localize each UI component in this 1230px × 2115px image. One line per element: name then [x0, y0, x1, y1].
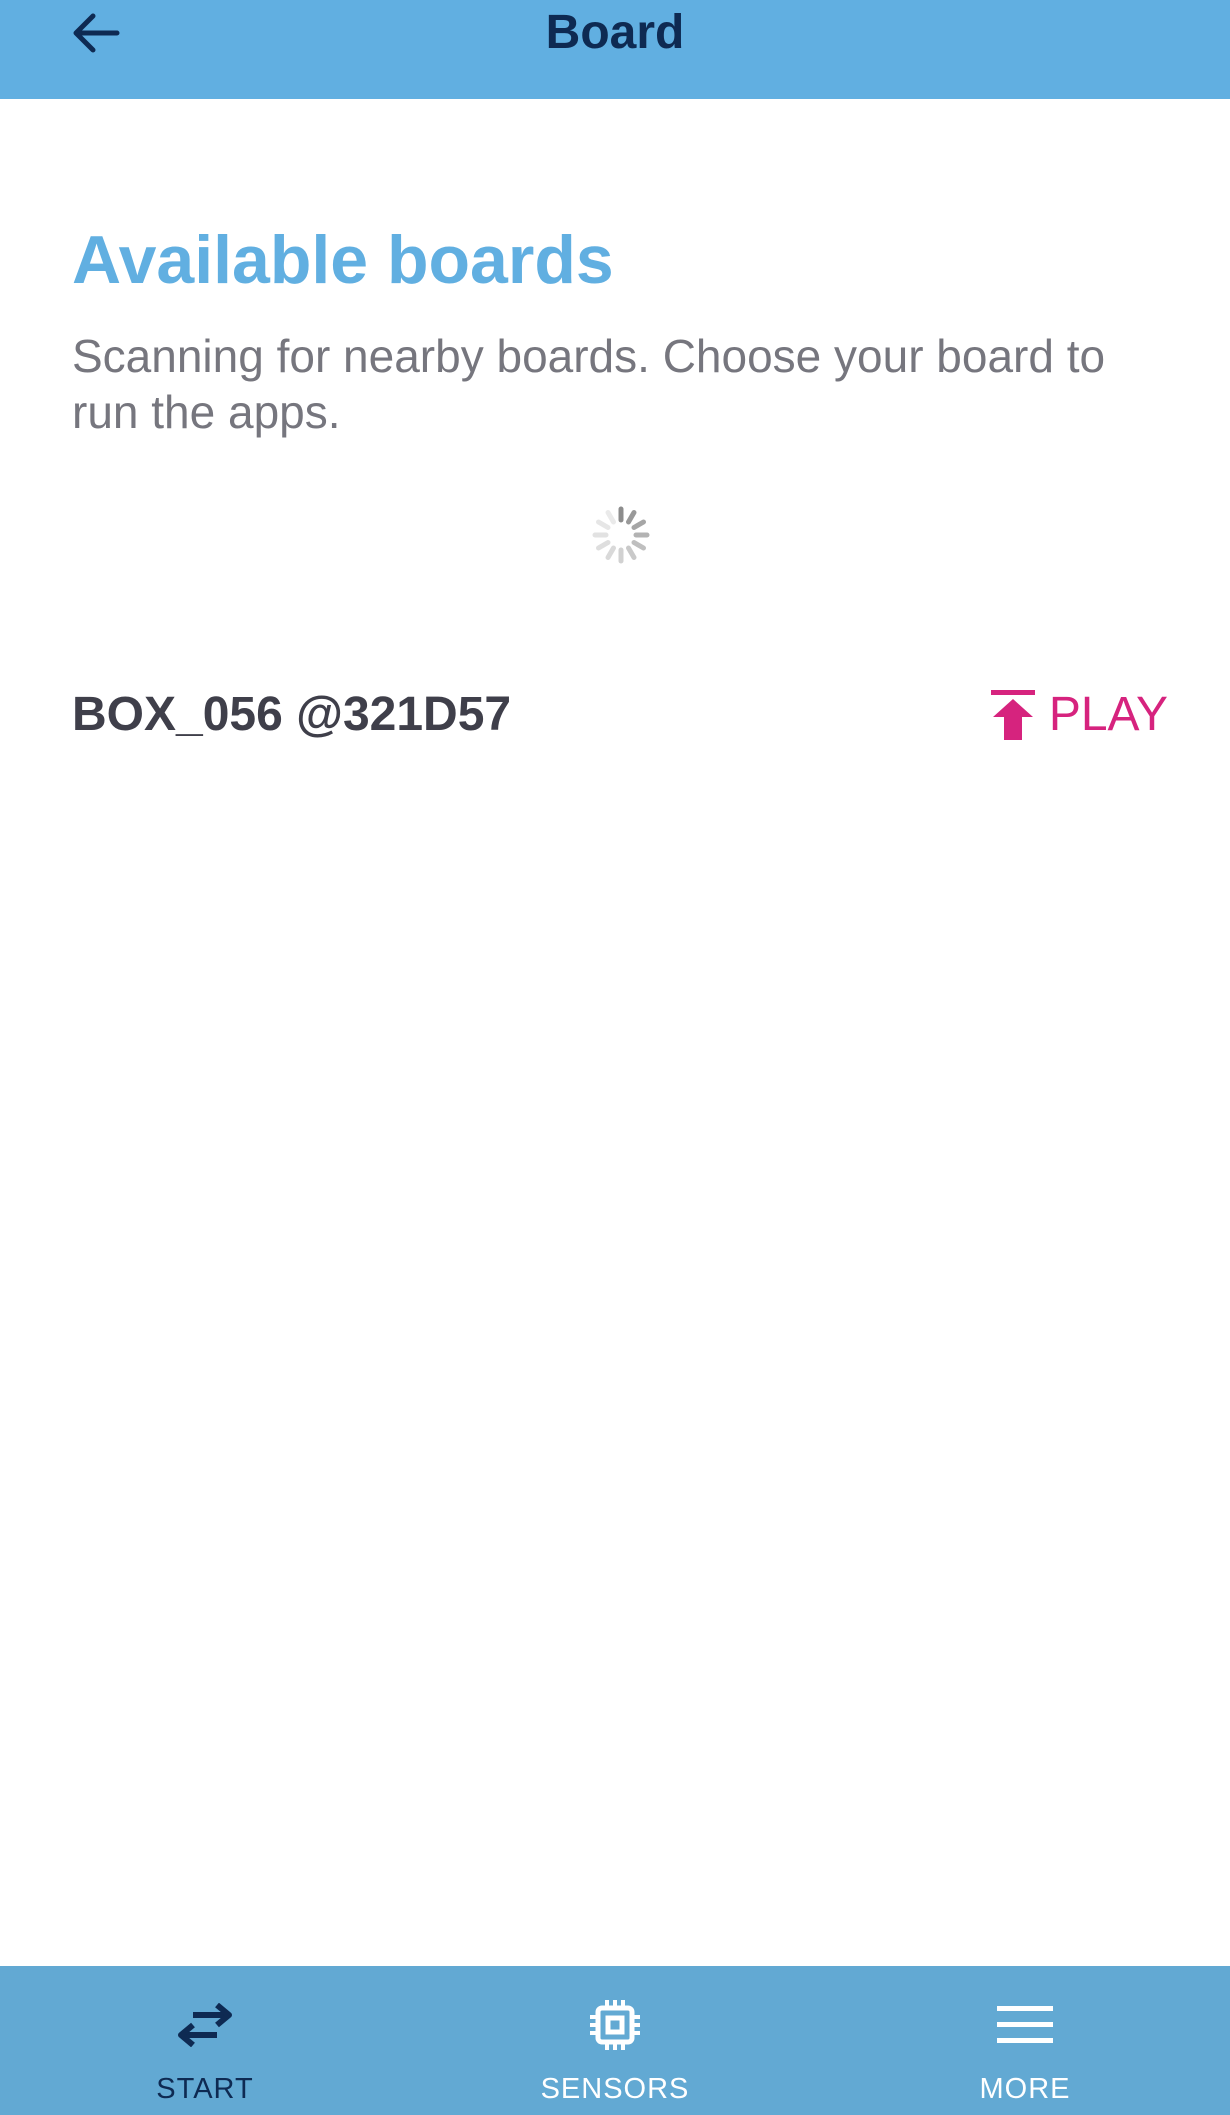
nav-label-start: START [156, 2073, 254, 2105]
board-list-item[interactable]: BOX_056 @321D57 PLAY [0, 665, 1230, 765]
upload-arrow-icon [990, 690, 1035, 740]
chip-icon [585, 2000, 645, 2050]
top-app-bar: Board [0, 0, 1230, 99]
swap-arrows-icon [175, 2000, 235, 2050]
bottom-navigation: START SENSORS MORE [0, 1966, 1230, 2115]
spinner-icon [592, 506, 650, 564]
nav-label-more: MORE [979, 2073, 1071, 2105]
menu-icon [995, 2000, 1055, 2050]
nav-item-start[interactable]: START [0, 1966, 410, 2115]
play-label: PLAY [1048, 688, 1168, 741]
nav-item-sensors[interactable]: SENSORS [410, 1966, 820, 2115]
board-name: BOX_056 @321D57 [72, 688, 512, 741]
nav-item-more[interactable]: MORE [820, 1966, 1230, 2115]
page-title: Board [545, 6, 685, 59]
scanning-description: Scanning for nearby boards. Choose your … [72, 330, 1106, 438]
nav-label-sensors: SENSORS [540, 2073, 690, 2105]
available-boards-heading: Available boards [72, 222, 614, 298]
play-button[interactable]: PLAY [990, 665, 1168, 765]
